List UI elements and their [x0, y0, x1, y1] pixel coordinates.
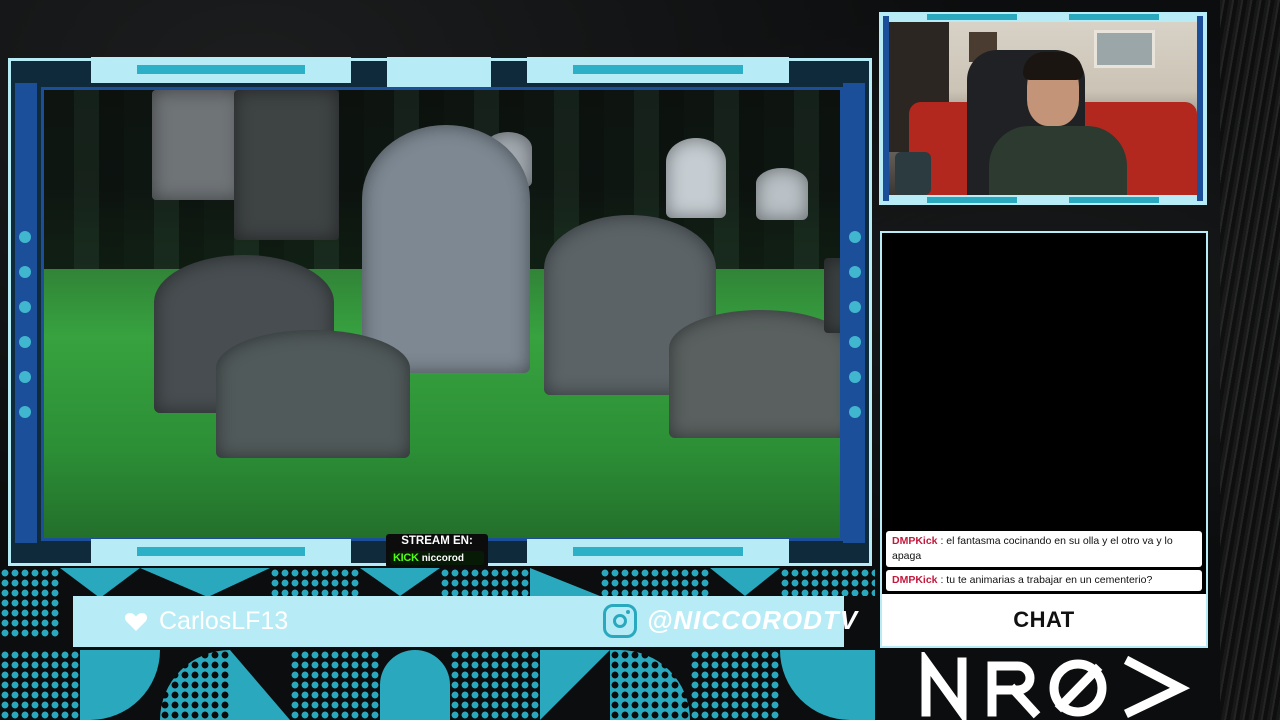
- chat-messages: DMPKick : el fantasma cocinando en su ol…: [882, 531, 1206, 594]
- instagram-handle: @NICCORODTV: [647, 605, 859, 635]
- chat-message: DMPKick : el fantasma cocinando en su ol…: [886, 531, 1202, 567]
- kick-logo: KICK niccorod: [390, 551, 484, 565]
- chat-panel: DMPKick : el fantasma cocinando en su ol…: [880, 231, 1208, 648]
- frame-top-tab-left: [91, 57, 351, 83]
- stream-on-badge: STREAM EN: KICK niccorod: [386, 534, 488, 568]
- follower-username: CarlosLF13: [159, 607, 289, 635]
- frame-bottom-tab-right: [527, 539, 789, 565]
- heart-icon: [124, 613, 148, 631]
- stream-on-label: STREAM EN:: [401, 535, 473, 547]
- chat-author: DMPKick: [892, 535, 938, 547]
- chat-author: DMPKick: [892, 574, 938, 586]
- webcam-video: [889, 22, 1197, 195]
- kick-channel-name: niccorod: [421, 552, 464, 564]
- channel-logo: [921, 652, 1190, 720]
- frame-right-dots: [849, 231, 863, 441]
- frame-top-tab-center: [387, 57, 491, 87]
- frame-bottom-tab-left: [91, 539, 351, 565]
- main-video: [41, 87, 843, 541]
- name-bar: CarlosLF13 @NICCORODTV: [73, 596, 857, 647]
- webcam-frame: [879, 12, 1207, 205]
- main-video-frame: [8, 57, 872, 566]
- frame-left-dots: [19, 231, 33, 441]
- kick-platform-label: KICK: [393, 552, 419, 564]
- frame-top-tab-right: [527, 57, 789, 83]
- chat-message: DMPKick : tu te animarias a trabajar en …: [886, 570, 1202, 591]
- chat-title: CHAT: [1013, 607, 1075, 632]
- grunge-edge: [1220, 0, 1280, 720]
- chat-text: : tu te animarias a trabajar en un cemen…: [940, 574, 1153, 586]
- graveyard-scene: [44, 90, 840, 538]
- chat-footer: CHAT: [882, 594, 1206, 646]
- instagram-icon: [603, 604, 637, 638]
